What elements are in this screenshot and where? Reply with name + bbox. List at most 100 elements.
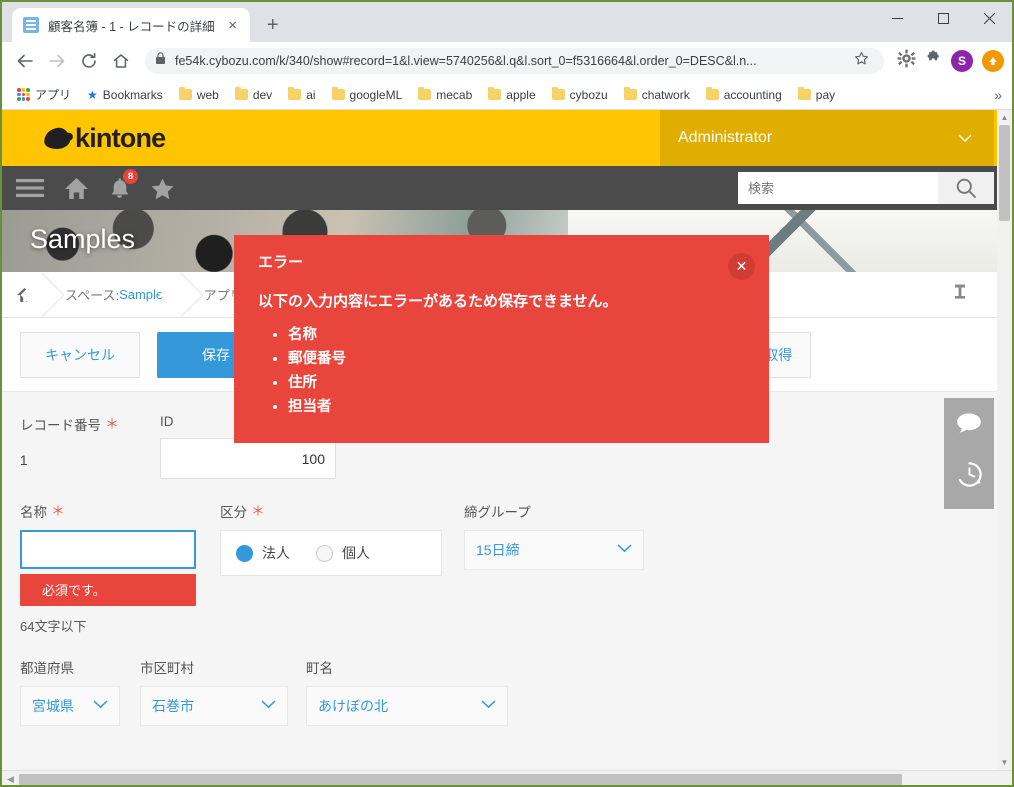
- bell-icon[interactable]: 8: [109, 168, 138, 200]
- breadcrumb-space-prefix: スペース:: [65, 288, 120, 303]
- close-icon[interactable]: ✕: [728, 253, 755, 280]
- back-icon[interactable]: [10, 46, 40, 76]
- category-radio-corporate[interactable]: 法人: [236, 543, 290, 563]
- tab-strip: 顧客名簿 - 1 - レコードの詳細 × +: [2, 2, 1012, 42]
- field-prefecture: 都道府県 宮城県: [20, 657, 140, 726]
- star-icon: ★: [87, 87, 98, 102]
- closing-group-value: 15日締: [476, 542, 520, 558]
- tab-title: 顧客名簿 - 1 - レコードの詳細: [48, 19, 215, 34]
- horizontal-scrollbar[interactable]: ◀: [2, 770, 1012, 785]
- search-box: [738, 172, 994, 204]
- city-label: 市区町村: [140, 661, 194, 676]
- scroll-up-arrow[interactable]: ▲: [997, 110, 1012, 125]
- bookmark-label: ai: [306, 87, 316, 102]
- bookmarks-bar: アプリ ★ Bookmarks web dev ai googleML meca…: [2, 80, 1012, 110]
- kintone-header: kintone Administrator: [2, 110, 1012, 166]
- folder-icon: [234, 87, 248, 100]
- address-bar[interactable]: fe54k.cybozu.com/k/340/show#record=1&l.v…: [145, 48, 884, 74]
- bookmark-star-icon[interactable]: [854, 51, 874, 71]
- field-city: 市区町村 石巻市: [140, 657, 306, 726]
- bookmark-item[interactable]: googleML: [326, 85, 409, 105]
- star-icon[interactable]: [150, 177, 175, 200]
- kintone-logo[interactable]: kintone: [2, 123, 166, 154]
- bookmark-item[interactable]: apple: [482, 85, 541, 105]
- window-controls: [874, 2, 1012, 34]
- home-icon[interactable]: [64, 177, 89, 200]
- apps-shortcut-label: アプリ: [35, 88, 72, 102]
- history-clock-icon[interactable]: [956, 461, 983, 493]
- vertical-scroll-thumb[interactable]: [999, 125, 1010, 221]
- bookmark-label: mecab: [436, 87, 473, 102]
- url-text: fe54k.cybozu.com/k/340/show#record=1&l.v…: [175, 54, 757, 68]
- required-marker: ＊: [51, 503, 65, 519]
- form-row-name-category: 名称 ＊ 必須です。 64文字以下 区分 ＊ 法人 個人 締グループ 15日締: [20, 501, 1012, 635]
- bookmark-item[interactable]: accounting: [700, 85, 788, 105]
- bookmark-label: web: [196, 87, 219, 102]
- search-icon[interactable]: [938, 172, 994, 204]
- bookmark-item[interactable]: cybozu: [546, 85, 614, 105]
- folder-icon: [178, 87, 192, 100]
- error-dialog-message: 以下の入力内容にエラーがあるため保存できません。: [258, 293, 618, 310]
- user-menu[interactable]: Administrator: [660, 110, 994, 166]
- close-window-button[interactable]: [966, 2, 1012, 34]
- city-select[interactable]: 石巻市: [140, 686, 288, 726]
- id-input[interactable]: [160, 438, 336, 479]
- bookmark-item[interactable]: ★ Bookmarks: [81, 85, 169, 105]
- prefecture-select[interactable]: 宮城県: [20, 686, 120, 726]
- update-arrow-icon[interactable]: [982, 50, 1004, 72]
- bookmark-item[interactable]: mecab: [412, 85, 478, 105]
- name-input[interactable]: [20, 530, 196, 569]
- horizontal-scroll-thumb[interactable]: [19, 773, 902, 785]
- search-input[interactable]: [738, 172, 938, 204]
- bookmark-item[interactable]: web: [173, 85, 225, 105]
- bookmark-label: apple: [506, 87, 536, 102]
- category-option-label: 個人: [342, 545, 370, 561]
- town-select[interactable]: あけぼの北: [306, 686, 508, 726]
- category-label-wrap: 区分 ＊: [220, 501, 464, 521]
- vertical-scrollbar[interactable]: ▲ ▼: [997, 110, 1012, 770]
- browser-tab[interactable]: 顧客名簿 - 1 - レコードの詳細 ×: [12, 8, 250, 42]
- scroll-left-arrow[interactable]: ◀: [2, 774, 19, 785]
- scroll-down-arrow[interactable]: ▼: [997, 755, 1012, 770]
- apps-shortcut[interactable]: アプリ: [11, 83, 77, 106]
- field-category: 区分 ＊ 法人 個人: [220, 501, 464, 635]
- breadcrumb-home[interactable]: [2, 272, 47, 318]
- name-label: 名称: [20, 505, 47, 520]
- field-record-number: レコード番号 ＊ 1: [20, 414, 160, 479]
- pin-icon[interactable]: [952, 283, 968, 306]
- lock-icon: [155, 52, 166, 70]
- bookmark-item[interactable]: ai: [282, 85, 321, 105]
- home-icon[interactable]: [106, 46, 136, 76]
- profile-avatar[interactable]: S: [951, 50, 973, 72]
- space-name-label: Samples: [30, 224, 136, 254]
- maximize-button[interactable]: [920, 2, 966, 34]
- error-list-item: 担当者: [288, 396, 747, 420]
- folder-icon: [797, 87, 811, 100]
- breadcrumb-space-link[interactable]: Samples: [119, 287, 170, 302]
- close-icon[interactable]: ×: [224, 16, 242, 34]
- record-number-value: 1: [20, 453, 28, 468]
- cancel-button[interactable]: キャンセル: [20, 331, 140, 378]
- folder-icon: [418, 87, 432, 100]
- new-tab-button[interactable]: +: [259, 11, 287, 39]
- bookmarks-overflow-button[interactable]: »: [994, 87, 1002, 103]
- gear-icon[interactable]: [897, 49, 916, 73]
- reload-icon[interactable]: [74, 46, 104, 76]
- error-dialog-list: 名称 郵便番号 住所 担当者: [288, 324, 747, 420]
- category-radio-individual[interactable]: 個人: [316, 543, 370, 563]
- closing-group-select[interactable]: 15日締: [464, 530, 644, 570]
- bookmark-item[interactable]: pay: [792, 85, 841, 105]
- forward-icon[interactable]: [42, 46, 72, 76]
- puzzle-icon[interactable]: [925, 50, 942, 72]
- radio-selected-icon: [236, 544, 253, 562]
- city-value: 石巻市: [152, 698, 194, 714]
- comment-bubble-icon[interactable]: [956, 412, 982, 439]
- name-error-message: 必須です。: [20, 574, 196, 606]
- folder-icon: [623, 87, 637, 100]
- bookmark-item[interactable]: chatwork: [618, 85, 696, 105]
- bookmark-item[interactable]: dev: [229, 85, 278, 105]
- minimize-button[interactable]: [874, 2, 920, 34]
- breadcrumb-space[interactable]: スペース: Samples: [47, 272, 186, 318]
- field-name: 名称 ＊ 必須です。 64文字以下: [20, 501, 220, 635]
- hamburger-menu-icon[interactable]: [16, 178, 44, 198]
